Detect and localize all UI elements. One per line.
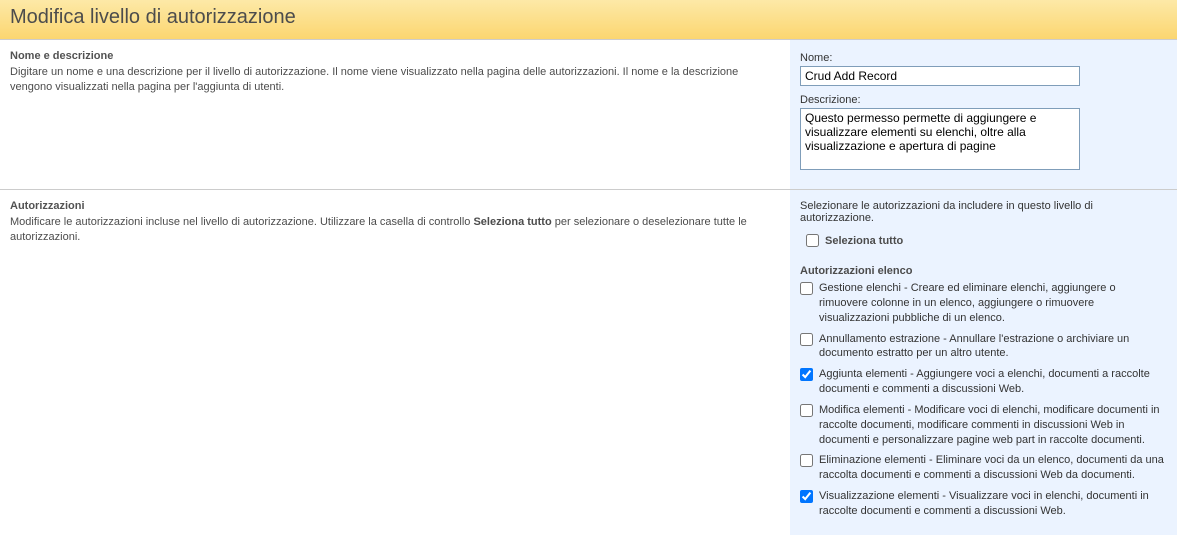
section-left-panel: Nome e descrizione Digitare un nome e un…	[0, 40, 790, 189]
perm-intro-text: Selezionare le autorizzazioni da include…	[800, 200, 1165, 224]
page-title: Modifica livello di autorizzazione	[10, 6, 1167, 29]
perm-item-checkbox[interactable]	[800, 490, 813, 503]
perm-item: Gestione elenchi - Creare ed eliminare e…	[800, 281, 1165, 326]
section-right-panel: Nome: Descrizione:	[790, 40, 1177, 189]
perm-item: Annullamento estrazione - Annullare l'es…	[800, 332, 1165, 362]
perm-item: Modifica elementi - Modificare voci di e…	[800, 403, 1165, 448]
name-input[interactable]	[800, 66, 1080, 86]
select-all-row: Seleziona tutto	[806, 234, 1165, 247]
select-all-checkbox[interactable]	[806, 234, 819, 247]
name-label: Nome:	[800, 52, 1165, 64]
select-all-label: Seleziona tutto	[825, 235, 903, 247]
perm-items-container: Gestione elenchi - Creare ed eliminare e…	[800, 281, 1165, 519]
name-section-desc: Digitare un nome e una descrizione per i…	[10, 65, 770, 95]
perm-item-text: Modifica elementi - Modificare voci di e…	[819, 403, 1165, 448]
perm-desc-prefix: Modificare le autorizzazioni incluse nel…	[10, 216, 473, 228]
perm-item: Eliminazione elementi - Eliminare voci d…	[800, 453, 1165, 483]
perm-item-text: Gestione elenchi - Creare ed eliminare e…	[819, 281, 1165, 326]
perm-section-right: Selezionare le autorizzazioni da include…	[790, 190, 1177, 535]
perm-desc-bold: Seleziona tutto	[473, 216, 551, 228]
perm-section-left: Autorizzazioni Modificare le autorizzazi…	[0, 190, 790, 535]
perm-group-title: Autorizzazioni elenco	[800, 265, 1165, 277]
perm-item-checkbox[interactable]	[800, 454, 813, 467]
name-section-title: Nome e descrizione	[10, 50, 770, 62]
perm-item-text: Eliminazione elementi - Eliminare voci d…	[819, 453, 1165, 483]
perm-item-checkbox[interactable]	[800, 368, 813, 381]
perm-item-checkbox[interactable]	[800, 333, 813, 346]
section-name-description: Nome e descrizione Digitare un nome e un…	[0, 39, 1177, 189]
perm-item-text: Visualizzazione elementi - Visualizzare …	[819, 489, 1165, 519]
perm-section-title: Autorizzazioni	[10, 200, 770, 212]
description-textarea[interactable]	[800, 108, 1080, 170]
page-header: Modifica livello di autorizzazione	[0, 0, 1177, 39]
perm-item-text: Aggiunta elementi - Aggiungere voci a el…	[819, 367, 1165, 397]
perm-item-text: Annullamento estrazione - Annullare l'es…	[819, 332, 1165, 362]
perm-item: Aggiunta elementi - Aggiungere voci a el…	[800, 367, 1165, 397]
section-permissions: Autorizzazioni Modificare le autorizzazi…	[0, 189, 1177, 535]
perm-item: Visualizzazione elementi - Visualizzare …	[800, 489, 1165, 519]
perm-item-checkbox[interactable]	[800, 404, 813, 417]
perm-item-checkbox[interactable]	[800, 282, 813, 295]
perm-section-desc: Modificare le autorizzazioni incluse nel…	[10, 215, 770, 245]
description-label: Descrizione:	[800, 94, 1165, 106]
